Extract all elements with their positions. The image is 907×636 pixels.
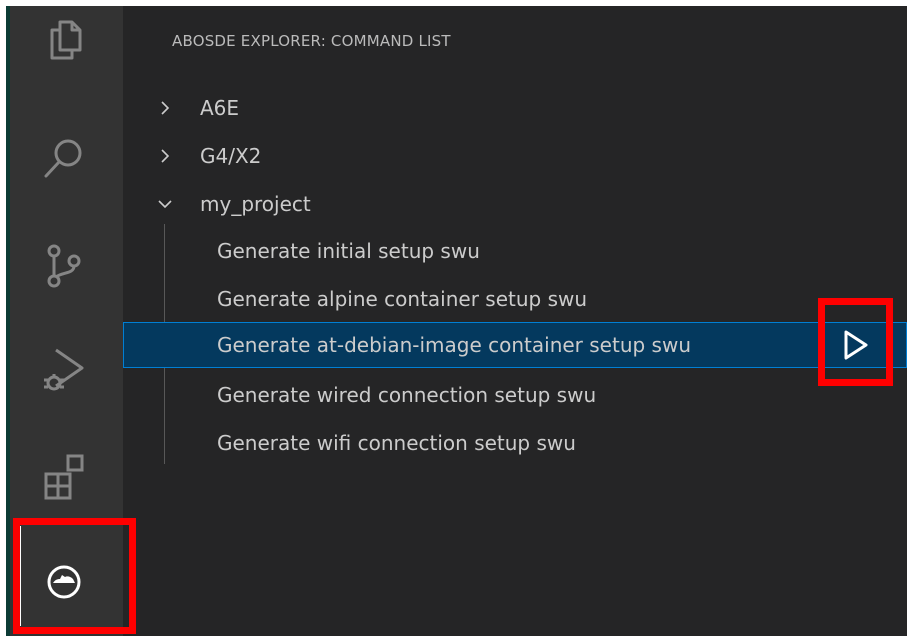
abos-extension-icon[interactable]	[40, 558, 88, 606]
command-item[interactable]: Generate wired connection setup swu	[123, 372, 907, 418]
chevron-down-icon[interactable]	[156, 195, 174, 213]
active-view-indicator	[18, 526, 21, 626]
chevron-right-icon[interactable]	[156, 99, 174, 117]
command-label: Generate initial setup swu	[217, 239, 480, 263]
command-item[interactable]: Generate initial setup swu	[123, 228, 907, 274]
command-item[interactable]: Generate alpine container setup swu	[123, 276, 907, 322]
command-label: Generate alpine container setup swu	[217, 287, 588, 311]
command-label: Generate at-debian-image container setup…	[217, 333, 692, 357]
command-label: Generate wifi connection setup swu	[217, 431, 576, 455]
tree-group-label: G4/X2	[200, 144, 262, 168]
command-label: Generate wired connection setup swu	[217, 383, 597, 407]
panel-title: ABOSDE EXPLORER: COMMAND LIST	[172, 32, 451, 50]
chevron-right-icon[interactable]	[156, 147, 174, 165]
vscode-window: ABOSDE EXPLORER: COMMAND LIST A6E G4/X2 …	[6, 6, 907, 636]
run-command-button[interactable]	[836, 326, 874, 364]
tree-group-g4-x2[interactable]: G4/X2	[123, 133, 907, 179]
tree-group-label: my_project	[200, 192, 311, 216]
play-icon	[844, 330, 868, 360]
extensions-icon[interactable]	[40, 452, 88, 500]
command-list-panel: ABOSDE EXPLORER: COMMAND LIST A6E G4/X2 …	[123, 6, 907, 636]
files-icon[interactable]	[40, 16, 88, 64]
source-control-icon[interactable]	[40, 242, 88, 290]
command-item-selected[interactable]: Generate at-debian-image container setup…	[123, 322, 907, 368]
tree-group-label: A6E	[200, 96, 240, 120]
run-debug-icon[interactable]	[40, 346, 88, 394]
activity-bar	[6, 6, 123, 636]
tree-group-a6e[interactable]: A6E	[123, 85, 907, 131]
activity-bar-edge	[6, 6, 10, 636]
tree-group-my-project[interactable]: my_project	[123, 181, 907, 227]
command-item[interactable]: Generate wifi connection setup swu	[123, 420, 907, 466]
search-icon[interactable]	[40, 134, 88, 182]
